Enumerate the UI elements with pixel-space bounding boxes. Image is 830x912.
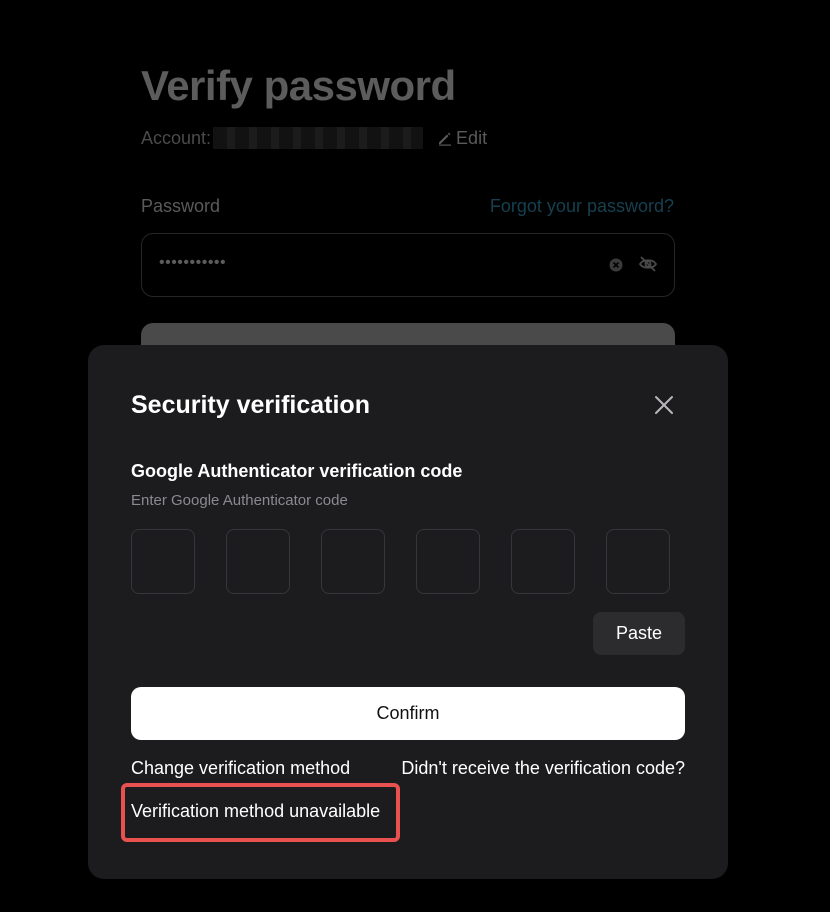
authenticator-field-subtitle: Enter Google Authenticator code [131, 492, 348, 509]
code-digit-4[interactable] [416, 529, 480, 594]
edit-label: Edit [456, 127, 488, 148]
code-digit-1[interactable] [131, 529, 195, 594]
close-icon [655, 396, 673, 414]
code-digit-5[interactable] [511, 529, 575, 594]
password-value: ••••••••••• [159, 254, 227, 271]
security-verification-modal: Security verification Google Authenticat… [88, 345, 728, 879]
forgot-password-link[interactable]: Forgot your password? [490, 196, 674, 217]
code-input-row [131, 529, 670, 594]
account-label: Account: [141, 127, 212, 148]
authenticator-field-title: Google Authenticator verification code [131, 461, 463, 481]
pencil-icon [439, 132, 452, 146]
verification-method-unavailable-link[interactable]: Verification method unavailable [131, 801, 380, 822]
code-digit-3[interactable] [321, 529, 385, 594]
paste-button[interactable]: Paste [593, 612, 685, 655]
code-digit-2[interactable] [226, 529, 290, 594]
code-digit-6[interactable] [606, 529, 670, 594]
account-redacted [213, 127, 424, 149]
edit-account-link[interactable]: Edit [437, 128, 487, 149]
page-title: Verify password [141, 62, 456, 109]
clear-icon[interactable] [609, 258, 623, 272]
modal-title: Security verification [131, 391, 370, 419]
code-not-received-link[interactable]: Didn't receive the verification code? [401, 758, 685, 779]
eye-off-icon[interactable] [638, 254, 658, 274]
close-button[interactable] [652, 393, 676, 417]
confirm-button[interactable]: Confirm [131, 687, 685, 740]
password-label: Password [141, 196, 221, 216]
account-row: Account: Edit [141, 126, 487, 150]
change-verification-method-link[interactable]: Change verification method [131, 758, 350, 779]
password-field[interactable]: ••••••••••• [141, 233, 675, 297]
